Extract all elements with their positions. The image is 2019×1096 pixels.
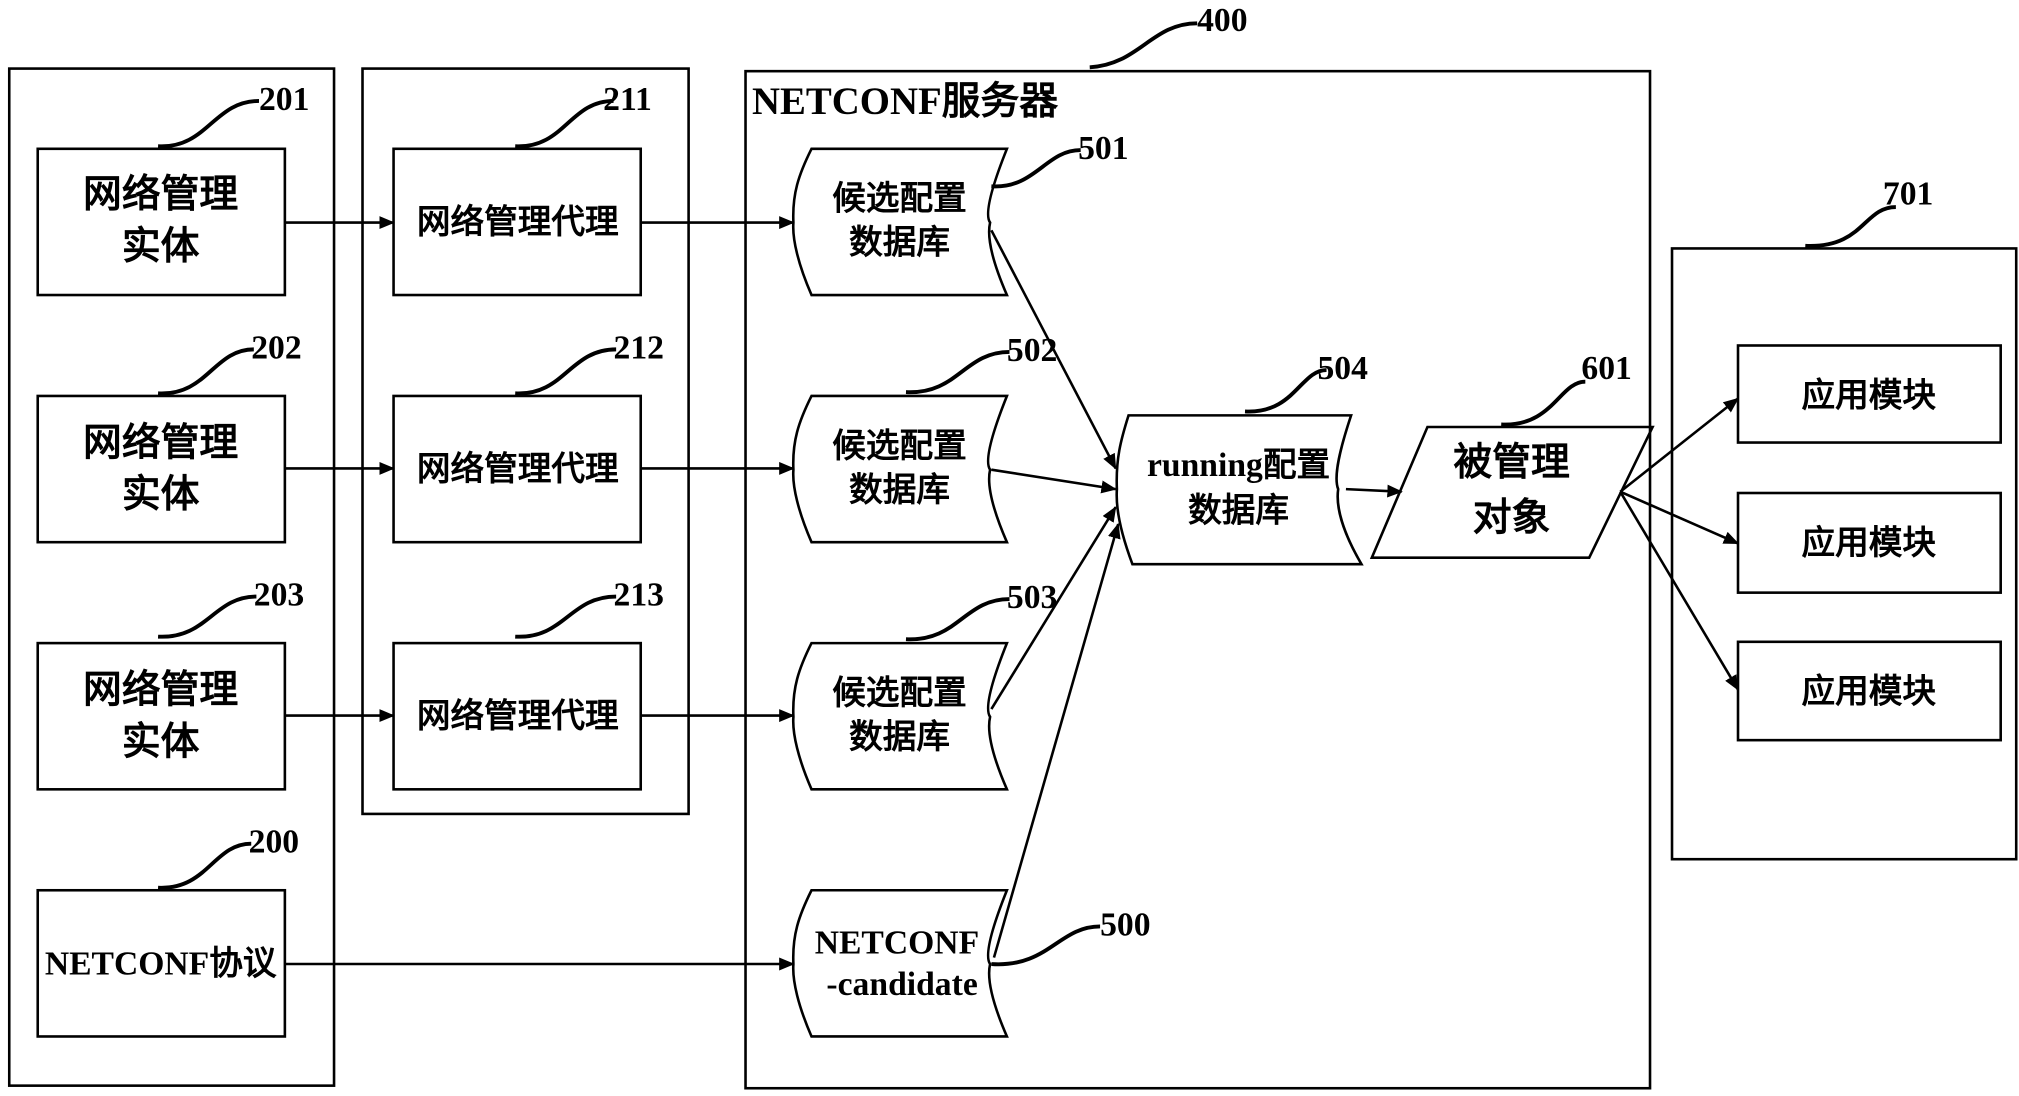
svg-text:NETCONF协议: NETCONF协议 bbox=[45, 944, 277, 982]
ref-212: 212 bbox=[614, 329, 664, 366]
svg-text:网络管理: 网络管理 bbox=[83, 420, 238, 464]
candidate-db-502: 候选配置 数据库 502 bbox=[791, 332, 1057, 544]
app-module-1: 应用模块 bbox=[1736, 344, 2002, 444]
svg-text:网络管理代理: 网络管理代理 bbox=[417, 449, 619, 488]
running-db-504: running配置 数据库 504 bbox=[1115, 350, 1368, 566]
agent-212: 网络管理代理 212 bbox=[392, 329, 664, 544]
svg-text:应用模块: 应用模块 bbox=[1801, 376, 1936, 414]
diagram: NETCONF服务器 400 网络管理 实体 201 网络管理 实体 202 网… bbox=[7, 2, 2018, 1090]
arrow-502-504 bbox=[991, 468, 1117, 494]
ref-211: 211 bbox=[603, 81, 652, 118]
app-module-3: 应用模块 bbox=[1736, 640, 2002, 742]
svg-text:实体: 实体 bbox=[122, 225, 200, 268]
svg-text:网络管理: 网络管理 bbox=[83, 668, 238, 712]
arrow-601-app2 bbox=[1619, 490, 1740, 545]
svg-text:候选配置: 候选配置 bbox=[832, 180, 967, 218]
app-group-701: 701 bbox=[1805, 175, 1933, 248]
svg-text:数据库: 数据库 bbox=[849, 471, 950, 509]
svg-text:被管理: 被管理 bbox=[1453, 441, 1570, 484]
svg-text:候选配置: 候选配置 bbox=[832, 674, 967, 712]
leader-400 bbox=[1089, 21, 1198, 70]
candidate-db-503: 候选配置 数据库 503 bbox=[791, 579, 1057, 791]
entity-202: 网络管理 实体 202 bbox=[36, 329, 302, 544]
arrow-601-app3 bbox=[1619, 491, 1740, 691]
managed-object-601: 被管理 对象 601 bbox=[1369, 350, 1655, 559]
ref-501: 501 bbox=[1078, 130, 1128, 167]
svg-text:数据库: 数据库 bbox=[849, 718, 950, 756]
ref-601: 601 bbox=[1581, 350, 1631, 387]
candidate-db-501: 候选配置 数据库 501 bbox=[791, 130, 1129, 297]
svg-text:数据库: 数据库 bbox=[1188, 491, 1289, 529]
svg-text:running配置: running配置 bbox=[1147, 447, 1330, 484]
ref-500: 500 bbox=[1100, 907, 1150, 944]
ref-502: 502 bbox=[1007, 332, 1057, 369]
ref-201: 201 bbox=[259, 81, 309, 118]
agent-211: 网络管理代理 211 bbox=[392, 81, 652, 297]
ref-213: 213 bbox=[614, 577, 664, 614]
ref-200: 200 bbox=[249, 824, 299, 861]
server-title: NETCONF服务器 bbox=[752, 80, 1059, 123]
agent-213: 网络管理代理 213 bbox=[392, 577, 664, 791]
svg-text:应用模块: 应用模块 bbox=[1801, 673, 1936, 711]
svg-text:网络管理: 网络管理 bbox=[83, 172, 238, 216]
ref-701: 701 bbox=[1883, 175, 1933, 212]
arrow-601-app1 bbox=[1619, 397, 1740, 493]
svg-text:对象: 对象 bbox=[1473, 497, 1551, 540]
arrow-504-601 bbox=[1345, 484, 1403, 498]
svg-text:网络管理代理: 网络管理代理 bbox=[417, 696, 619, 735]
app-module-2: 应用模块 bbox=[1736, 491, 2002, 594]
ref-400: 400 bbox=[1197, 2, 1247, 39]
svg-text:候选配置: 候选配置 bbox=[832, 427, 967, 465]
ref-202: 202 bbox=[251, 329, 301, 366]
netconf-candidate-db-500: NETCONF -candidate 500 bbox=[791, 888, 1151, 1038]
svg-text:实体: 实体 bbox=[122, 720, 200, 763]
svg-text:网络管理代理: 网络管理代理 bbox=[417, 202, 619, 241]
entity-201: 网络管理 实体 201 bbox=[36, 81, 309, 297]
ref-503: 503 bbox=[1007, 579, 1057, 616]
svg-text:-candidate: -candidate bbox=[826, 966, 977, 1003]
svg-text:NETCONF: NETCONF bbox=[815, 925, 979, 962]
entity-203: 网络管理 实体 203 bbox=[36, 577, 304, 791]
svg-text:应用模块: 应用模块 bbox=[1801, 524, 1936, 562]
ref-504: 504 bbox=[1317, 350, 1368, 387]
ref-203: 203 bbox=[254, 577, 304, 614]
netconf-protocol: NETCONF协议 200 bbox=[36, 824, 299, 1038]
svg-text:实体: 实体 bbox=[122, 473, 200, 516]
svg-text:数据库: 数据库 bbox=[849, 224, 950, 262]
